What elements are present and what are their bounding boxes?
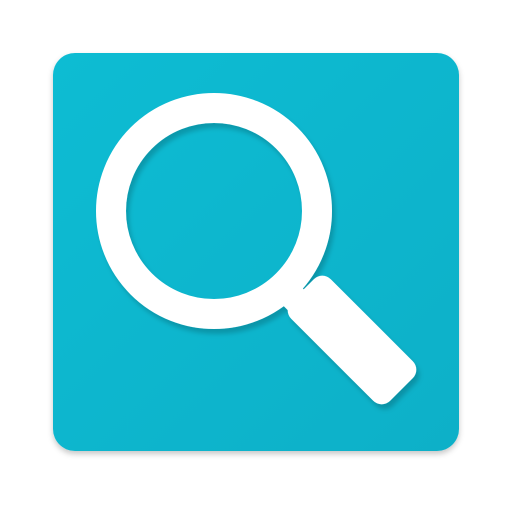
app-icon-canvas <box>0 0 512 512</box>
search-app-icon[interactable] <box>0 0 512 512</box>
